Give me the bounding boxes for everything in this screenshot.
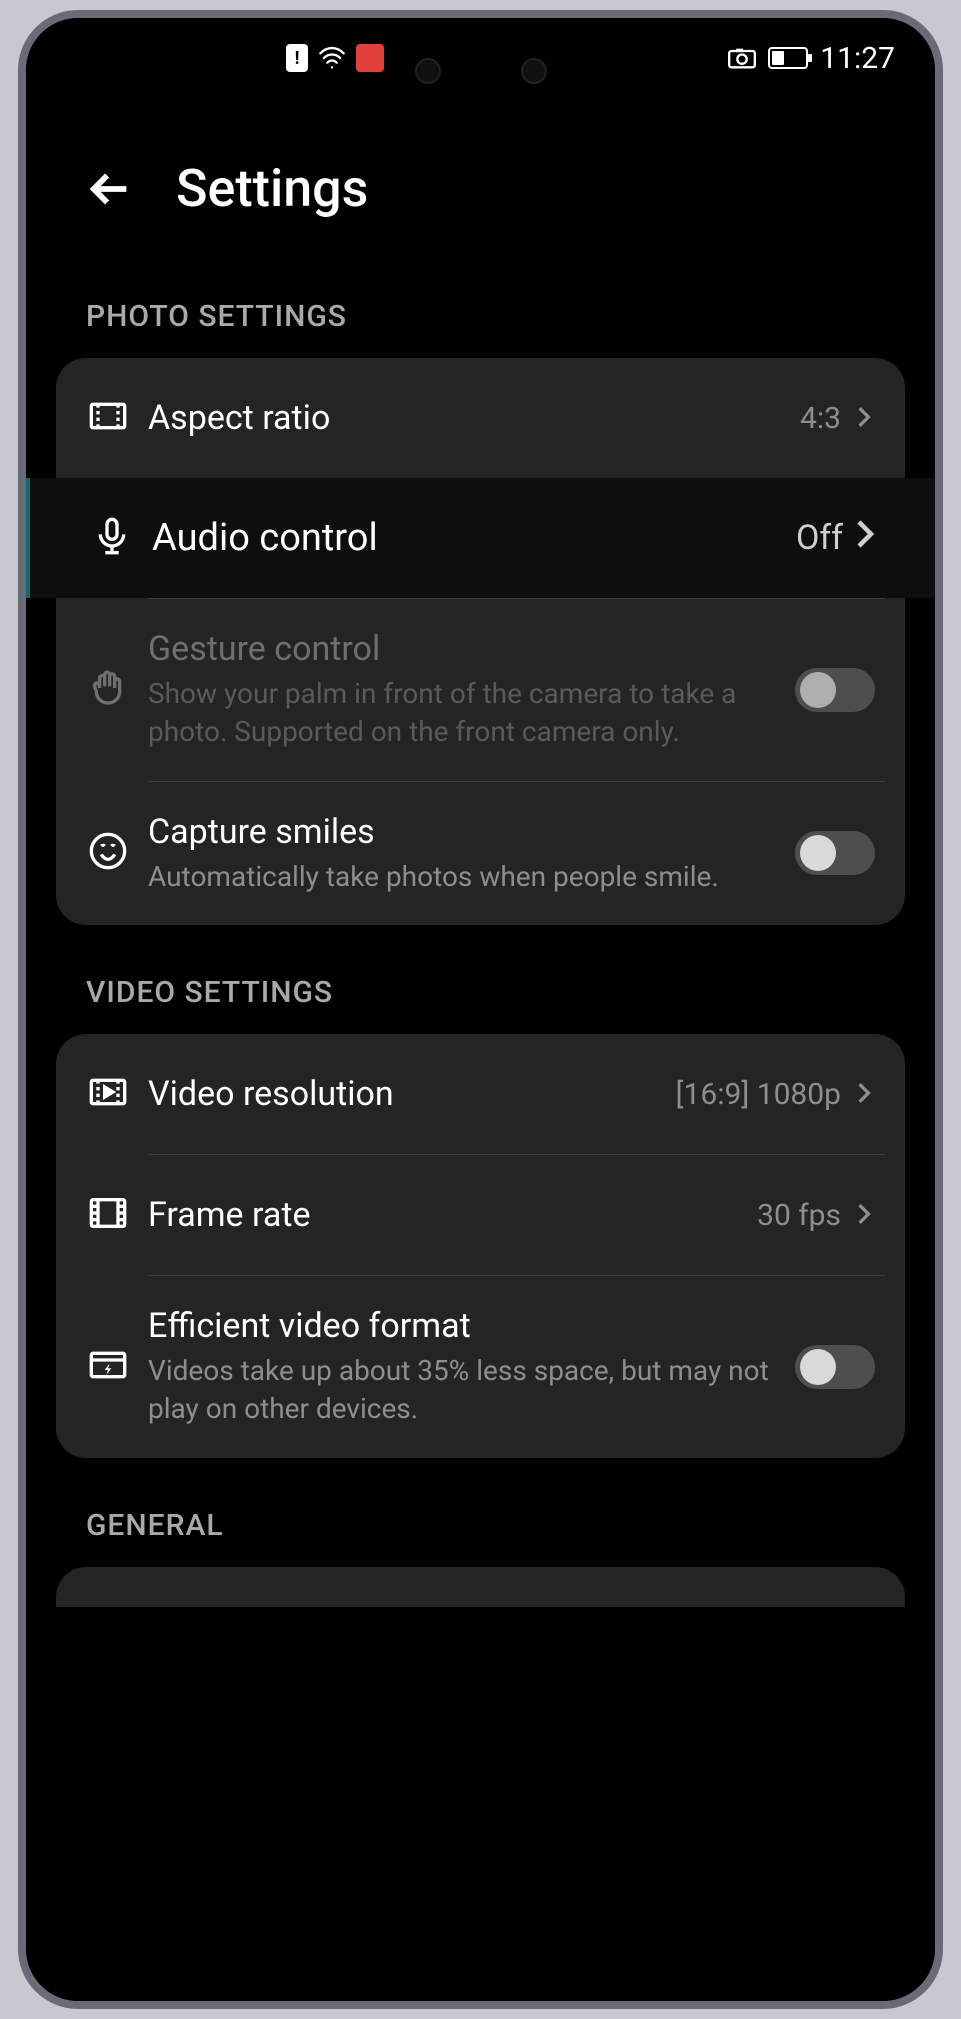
header: Settings [26, 98, 935, 249]
capture-smiles-desc: Automatically take photos when people sm… [148, 858, 775, 896]
gesture-control-row: Gesture control Show your palm in front … [56, 599, 905, 781]
wifi-icon [318, 44, 346, 72]
aspect-ratio-icon [88, 396, 128, 440]
chevron-right-icon [855, 518, 875, 558]
gesture-control-toggle [795, 668, 875, 712]
notch [415, 58, 547, 84]
efficient-video-row[interactable]: Efficient video format Videos take up ab… [56, 1276, 905, 1458]
gesture-control-desc: Show your palm in front of the camera to… [148, 675, 775, 751]
sim-alert-icon: ! [286, 44, 308, 72]
frame-rate-value: 30 fps [757, 1198, 841, 1233]
hand-icon [88, 668, 128, 712]
capture-smiles-row[interactable]: Capture smiles Automatically take photos… [56, 782, 905, 926]
battery-icon [768, 47, 808, 69]
back-button[interactable] [86, 164, 136, 214]
efficient-video-icon [88, 1345, 128, 1389]
chevron-right-icon [853, 1198, 875, 1233]
capture-smiles-toggle[interactable] [795, 831, 875, 875]
camera-icon [728, 44, 756, 72]
video-settings-card: Video resolution [16:9] 1080p Frame rate… [56, 1034, 905, 1458]
photo-settings-card: Aspect ratio 4:3 Audio control Off [56, 358, 905, 925]
aspect-ratio-value: 4:3 [800, 401, 841, 436]
video-resolution-row[interactable]: Video resolution [16:9] 1080p [56, 1034, 905, 1154]
status-time: 11:27 [820, 41, 895, 76]
frame-rate-row[interactable]: Frame rate 30 fps [56, 1155, 905, 1275]
microphone-icon [92, 516, 132, 560]
audio-control-value: Off [796, 518, 843, 558]
page-title: Settings [176, 158, 368, 219]
smile-icon [88, 831, 128, 875]
section-header-photo: PHOTO SETTINGS [26, 249, 935, 358]
aspect-ratio-label: Aspect ratio [148, 398, 780, 438]
phone-frame: ! 11:27 Settings PHOTO SETTINGS [18, 10, 943, 2009]
film-icon [88, 1193, 128, 1237]
chevron-right-icon [853, 401, 875, 436]
audio-control-row[interactable]: Audio control Off [26, 478, 935, 598]
capture-smiles-label: Capture smiles [148, 812, 775, 852]
video-resolution-value: [16:9] 1080p [676, 1077, 841, 1112]
video-resolution-icon [88, 1072, 128, 1116]
efficient-video-desc: Videos take up about 35% less space, but… [148, 1352, 775, 1428]
efficient-video-label: Efficient video format [148, 1306, 775, 1346]
video-resolution-label: Video resolution [148, 1074, 656, 1114]
audio-control-label: Audio control [152, 516, 776, 560]
screen: ! 11:27 Settings PHOTO SETTINGS [26, 18, 935, 2001]
section-header-general: GENERAL [26, 1458, 935, 1567]
app-badge-icon [356, 44, 384, 72]
chevron-right-icon [853, 1077, 875, 1112]
efficient-video-toggle[interactable] [795, 1345, 875, 1389]
aspect-ratio-row[interactable]: Aspect ratio 4:3 [56, 358, 905, 478]
gesture-control-label: Gesture control [148, 629, 775, 669]
general-settings-card [56, 1567, 905, 1607]
frame-rate-label: Frame rate [148, 1195, 737, 1235]
section-header-video: VIDEO SETTINGS [26, 925, 935, 1034]
